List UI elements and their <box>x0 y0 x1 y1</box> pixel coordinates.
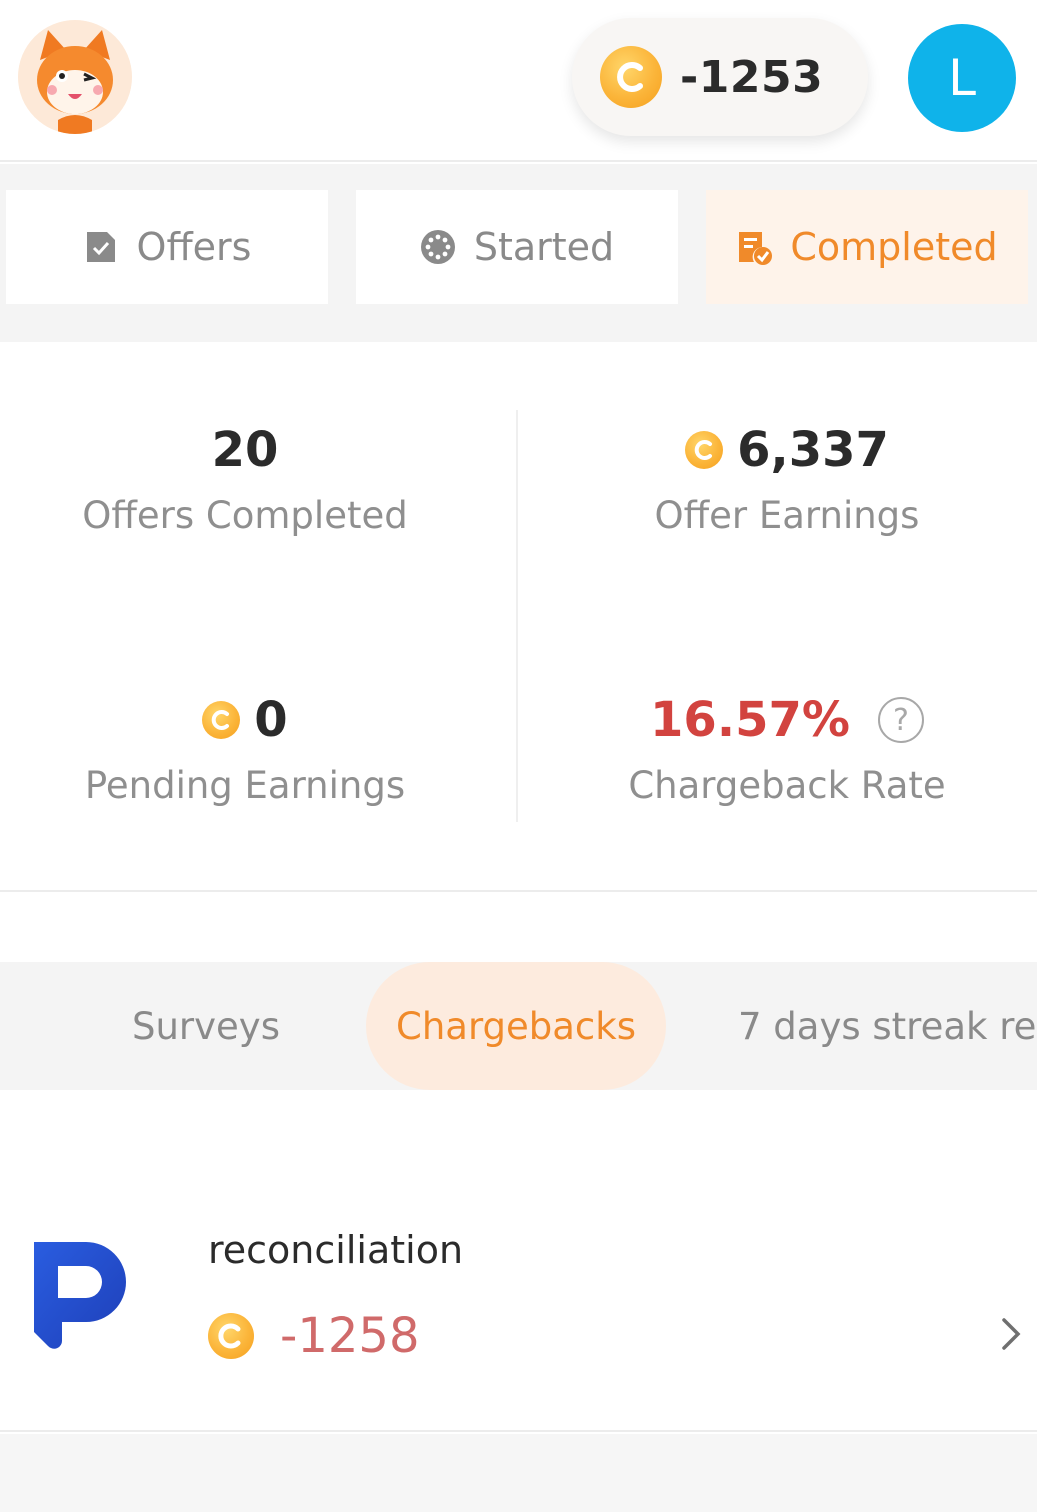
chargeback-rate-label: Chargeback Rate <box>628 764 946 807</box>
loader-icon <box>420 230 455 264</box>
pending-earnings-value: 0 <box>254 692 288 748</box>
list-item-title: reconciliation <box>208 1228 464 1272</box>
sub-tabs: Surveys Chargebacks 7 days streak rew <box>0 962 1037 1090</box>
bottom-area <box>0 1434 1037 1512</box>
list-item[interactable]: reconciliation -1258 <box>0 1200 1037 1432</box>
mascot-logo[interactable] <box>18 20 132 134</box>
balance-pill[interactable]: -1253 <box>572 18 868 136</box>
coin-icon <box>202 701 241 739</box>
chevron-right-icon[interactable] <box>996 1314 1024 1354</box>
help-icon[interactable]: ? <box>877 697 924 743</box>
main-tabs: Offers Started Completed <box>0 164 1037 342</box>
chargeback-rate-value: 16.57% <box>650 692 850 748</box>
completed-clipboard-icon <box>739 232 773 265</box>
coin-icon <box>600 46 662 108</box>
tab-started-label: Started <box>473 225 615 269</box>
offer-earnings-label: Offer Earnings <box>654 494 920 537</box>
stat-offer-earnings: 6,337 Offer Earnings <box>542 420 1032 537</box>
header: -1253 L <box>0 0 1037 162</box>
tab-completed-label: Completed <box>790 225 998 269</box>
tab-started[interactable]: Started <box>356 190 678 304</box>
p-brand-icon <box>34 1242 126 1349</box>
tab-completed[interactable]: Completed <box>706 190 1028 304</box>
stat-chargeback-rate: 16.57% ? Chargeback Rate <box>542 690 1032 807</box>
coin-icon <box>685 431 724 469</box>
document-check-icon <box>86 232 115 262</box>
offer-earnings-value: 6,337 <box>737 422 889 478</box>
coin-icon <box>208 1313 254 1359</box>
avatar-letter: L <box>948 49 976 107</box>
page: -1253 L Offers Started Completed 20 Offe… <box>0 0 1037 1512</box>
stats-divider <box>516 410 518 822</box>
subtab-surveys[interactable]: Surveys <box>132 962 280 1090</box>
list-item-amount: -1258 <box>208 1308 419 1364</box>
tab-offers[interactable]: Offers <box>6 190 328 304</box>
balance-value: -1253 <box>680 51 824 103</box>
pending-earnings-label: Pending Earnings <box>84 764 406 807</box>
tab-offers-label: Offers <box>136 225 252 269</box>
stat-offers-completed: 20 Offers Completed <box>0 420 490 537</box>
avatar[interactable]: L <box>908 24 1016 132</box>
subtab-streak-rewards[interactable]: 7 days streak rew <box>738 962 1037 1090</box>
stat-pending-earnings: 0 Pending Earnings <box>0 690 490 807</box>
offers-completed-label: Offers Completed <box>82 494 408 537</box>
subtab-chargebacks[interactable]: Chargebacks <box>366 962 666 1090</box>
list-item-amount-value: -1258 <box>280 1308 420 1364</box>
offers-completed-value: 20 <box>211 422 279 478</box>
stats-panel: 20 Offers Completed 6,337 Offer Earnings… <box>0 342 1037 892</box>
